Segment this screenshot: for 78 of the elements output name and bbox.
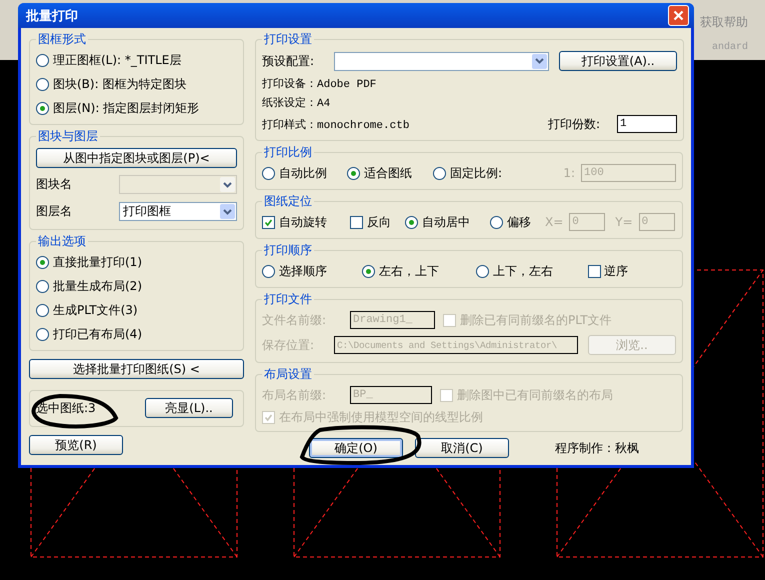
field-label: 1: (563, 166, 575, 180)
toolbar-text: andard (712, 42, 748, 53)
radio-button[interactable] (36, 256, 49, 268)
field-label: X= (545, 215, 564, 229)
option-label: 自动旋转 (279, 214, 327, 230)
option-label: 上下，左右 (493, 262, 553, 280)
option-label: 适合图纸 (364, 164, 412, 182)
field-label: 布局名前缀: (262, 386, 328, 404)
option-label: 逆序 (604, 264, 628, 278)
check-icon (263, 216, 274, 228)
option-label: 图块(B): 图框为特定图块 (53, 76, 186, 92)
group-title: 图框形式 (37, 31, 87, 48)
option-label: 批量生成布局(2) (53, 278, 142, 294)
copies-field[interactable]: 1 (617, 115, 677, 133)
option-label: 删除图中已有同前缀名的布局 (457, 386, 613, 404)
checkbox[interactable] (350, 216, 363, 228)
field-label: 打印份数: (548, 116, 600, 132)
info-text: 纸张设定：A4 (262, 96, 330, 110)
credit-text: 程序制作：秋枫 (555, 440, 639, 456)
option-label: 左右，上下 (379, 262, 439, 280)
checkbox[interactable] (588, 264, 601, 278)
radio-button[interactable] (347, 166, 360, 180)
preview-button[interactable]: 预览(R) (29, 435, 123, 455)
check-icon (263, 412, 274, 422)
option-label: 偏移 (507, 214, 531, 230)
field-label: Y= (615, 215, 633, 229)
select-drawings-button[interactable]: 选择批量打印图纸(S) < (29, 359, 244, 379)
info-text: 打印设备：Adobe PDF (262, 77, 376, 91)
radio-button[interactable] (36, 304, 49, 316)
option-label: 自动居中 (422, 214, 470, 230)
option-label: 生成PLT文件(3) (53, 302, 138, 318)
option-label: 选择顺序 (279, 262, 327, 280)
group-title: 图纸定位 (263, 193, 313, 210)
radio-button[interactable] (433, 166, 446, 180)
option-label: 打印已有布局(4) (53, 326, 142, 342)
dropdown-field[interactable] (334, 52, 549, 70)
dropdown-field[interactable]: 打印图框 (119, 202, 237, 221)
info-text: 打印样式：monochrome.ctb (262, 118, 410, 132)
dialog-button[interactable]: 确定(O) (309, 438, 403, 458)
option-label: 直接批量打印(1) (53, 254, 142, 270)
field-label: 图块名 (36, 176, 72, 193)
radio-button[interactable] (262, 264, 275, 278)
field-label: 文件名前缀: (262, 312, 328, 328)
group-title: 输出选项 (37, 233, 87, 250)
radio-button[interactable] (490, 216, 503, 228)
window-title: 批量打印 (26, 8, 78, 24)
group-title: 打印比例 (263, 144, 313, 161)
dialog-button[interactable]: 取消(C) (415, 438, 509, 458)
radio-button[interactable] (36, 54, 49, 66)
radio-button[interactable] (362, 264, 375, 278)
radio-button[interactable] (476, 264, 489, 278)
group-title: 打印设置 (263, 31, 313, 48)
close-button[interactable] (668, 5, 689, 26)
option-label: 删除已有同前缀名的PLT文件 (460, 312, 612, 328)
option-label: 反向 (367, 214, 391, 230)
radio-button[interactable] (36, 280, 49, 292)
option-label: 自动比例 (279, 164, 327, 182)
checkbox[interactable] (262, 216, 275, 228)
option-label: 固定比例: (450, 164, 502, 182)
highlight-button[interactable]: 亮显(L).. (145, 398, 233, 418)
radio-button[interactable] (36, 328, 49, 340)
option-label: 图层(N): 指定图层封闭矩形 (53, 100, 200, 116)
group-title: 图块与图层 (37, 128, 99, 145)
radio-button[interactable] (36, 102, 49, 114)
print-settings-button[interactable]: 打印设置(A).. (559, 51, 677, 71)
radio-button[interactable] (405, 216, 418, 228)
field-label: 预设配置: (262, 52, 316, 70)
group-title: 打印文件 (263, 291, 313, 308)
radio-button[interactable] (262, 166, 275, 180)
group-title: 布局设置 (263, 366, 313, 383)
pick-button[interactable]: 从图中指定图块或图层(P)< (36, 148, 237, 168)
close-icon (673, 10, 684, 21)
field-label: 图层名 (36, 203, 72, 220)
radio-button[interactable] (36, 78, 49, 90)
field-label: 保存位置: (262, 336, 316, 354)
option-label: 在布局中强制使用模型空间的线型比例 (279, 408, 483, 426)
group-title: 打印顺序 (263, 242, 313, 259)
option-label: 理正图框(L): *_TITLE层 (53, 52, 182, 68)
